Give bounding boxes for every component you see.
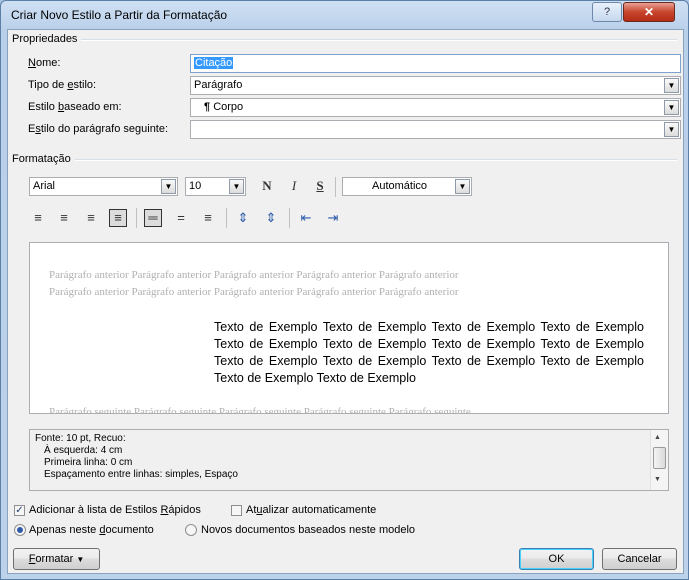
- scroll-down-icon[interactable]: ▼: [654, 476, 661, 483]
- font-name-select[interactable]: Arial ▼: [29, 177, 178, 196]
- properties-group-line: [12, 39, 677, 41]
- increase-indent-icon[interactable]: ⇥: [324, 209, 342, 227]
- one-half-spacing-icon[interactable]: =: [172, 209, 190, 227]
- only-this-document-radio[interactable]: [14, 524, 26, 536]
- chevron-down-icon[interactable]: ▼: [664, 100, 679, 115]
- add-quick-styles-label[interactable]: Adicionar à lista de Estilos Rápidos: [29, 504, 201, 516]
- description-scrollbar[interactable]: ▲ ▼: [650, 430, 668, 490]
- italic-button[interactable]: I: [285, 177, 303, 195]
- help-button[interactable]: ?: [592, 2, 622, 22]
- scroll-thumb[interactable]: [653, 447, 666, 469]
- name-label: Nome:: [28, 57, 61, 69]
- toolbar-separator: [136, 208, 137, 228]
- font-name-value: Arial: [33, 180, 56, 192]
- decrease-paragraph-spacing-icon[interactable]: ⇕: [262, 209, 280, 227]
- align-left-icon[interactable]: ≡: [29, 209, 47, 227]
- font-color-value: Automático: [371, 180, 428, 192]
- align-center-icon[interactable]: ≡: [55, 209, 73, 227]
- description-line: Espaçamento entre linhas: simples, Espaç…: [44, 469, 238, 480]
- cancel-button[interactable]: Cancelar: [602, 548, 677, 570]
- decrease-indent-icon[interactable]: ⇤: [297, 209, 315, 227]
- font-size-select[interactable]: 10 ▼: [185, 177, 246, 196]
- style-preview: Parágrafo anterior Parágrafo anterior Pa…: [29, 242, 669, 414]
- close-icon: ✕: [643, 5, 655, 19]
- double-spacing-icon[interactable]: ≡: [199, 209, 217, 227]
- description-line: Primeira linha: 0 cm: [44, 457, 133, 468]
- style-type-value: Parágrafo: [194, 79, 243, 91]
- previous-paragraph-line: Parágrafo anterior Parágrafo anterior Pa…: [49, 269, 459, 281]
- increase-paragraph-spacing-icon[interactable]: ⇕: [234, 209, 252, 227]
- close-button[interactable]: ✕: [623, 2, 675, 22]
- add-quick-styles-checkbox[interactable]: ✓: [14, 505, 25, 516]
- previous-paragraph-line: Parágrafo anterior Parágrafo anterior Pa…: [49, 286, 459, 298]
- new-documents-template-label[interactable]: Novos documentos baseados neste modelo: [201, 524, 415, 536]
- font-size-value: 10: [189, 180, 202, 192]
- description-line: Fonte: 10 pt, Recuo:: [35, 433, 126, 444]
- new-documents-template-radio[interactable]: [185, 524, 197, 536]
- dialog-window: Criar Novo Estilo a Partir da Formatação…: [0, 0, 689, 580]
- formatting-group-line: [12, 159, 677, 161]
- name-input[interactable]: Citação: [190, 54, 681, 73]
- next-style-label: Estilo do parágrafo seguinte:: [28, 123, 169, 135]
- help-icon: ?: [603, 6, 611, 18]
- dialog-client: Propriedades Nome: Citação Tipo de estil…: [7, 29, 684, 574]
- based-on-value: Corpo: [213, 101, 244, 113]
- based-on-select[interactable]: ¶ Corpo ▼: [190, 98, 681, 117]
- underline-button[interactable]: S: [311, 177, 329, 195]
- style-type-label: Tipo de estilo:: [28, 79, 97, 91]
- scroll-up-icon[interactable]: ▲: [654, 434, 661, 441]
- toolbar-separator: [335, 177, 336, 197]
- paragraph-mark-icon: ¶: [204, 101, 211, 113]
- format-button-label: Formatar: [28, 553, 74, 565]
- toolbar-separator: [289, 208, 290, 228]
- format-button[interactable]: Formatar ▼: [13, 548, 100, 570]
- auto-update-label[interactable]: Atualizar automaticamente: [246, 504, 376, 516]
- next-style-select[interactable]: ▼: [190, 120, 681, 139]
- following-paragraph-line: Parágrafo seguinte Parágrafo seguinte Pa…: [49, 406, 471, 414]
- single-spacing-icon[interactable]: ═: [144, 209, 162, 227]
- based-on-label: Estilo baseado em:: [28, 101, 122, 113]
- name-value: Citação: [194, 57, 234, 69]
- chevron-down-icon[interactable]: ▼: [455, 179, 470, 194]
- title-bar[interactable]: Criar Novo Estilo a Partir da Formatação…: [1, 1, 688, 29]
- chevron-down-icon[interactable]: ▼: [664, 122, 679, 137]
- align-right-icon[interactable]: ≡: [82, 209, 100, 227]
- align-justify-icon[interactable]: ≡: [109, 209, 127, 227]
- properties-group-title: Propriedades: [12, 33, 82, 45]
- style-description: Fonte: 10 pt, Recuo: À esquerda: 4 cm Pr…: [29, 429, 669, 491]
- dialog-title: Criar Novo Estilo a Partir da Formatação: [11, 8, 228, 22]
- dropdown-arrow-icon: ▼: [76, 555, 85, 564]
- font-color-select[interactable]: Automático ▼: [342, 177, 472, 196]
- only-this-document-label[interactable]: Apenas neste documento: [29, 524, 154, 536]
- bold-button[interactable]: N: [258, 177, 276, 195]
- description-line: À esquerda: 4 cm: [44, 445, 123, 456]
- style-type-select[interactable]: Parágrafo ▼: [190, 76, 681, 95]
- sample-text: Texto de Exemplo Texto de Exemplo Texto …: [214, 320, 644, 385]
- ok-button[interactable]: OK: [519, 548, 594, 570]
- formatting-group-title: Formatação: [12, 153, 75, 165]
- chevron-down-icon[interactable]: ▼: [161, 179, 176, 194]
- chevron-down-icon[interactable]: ▼: [229, 179, 244, 194]
- auto-update-checkbox[interactable]: [231, 505, 242, 516]
- chevron-down-icon[interactable]: ▼: [664, 78, 679, 93]
- toolbar-separator: [226, 208, 227, 228]
